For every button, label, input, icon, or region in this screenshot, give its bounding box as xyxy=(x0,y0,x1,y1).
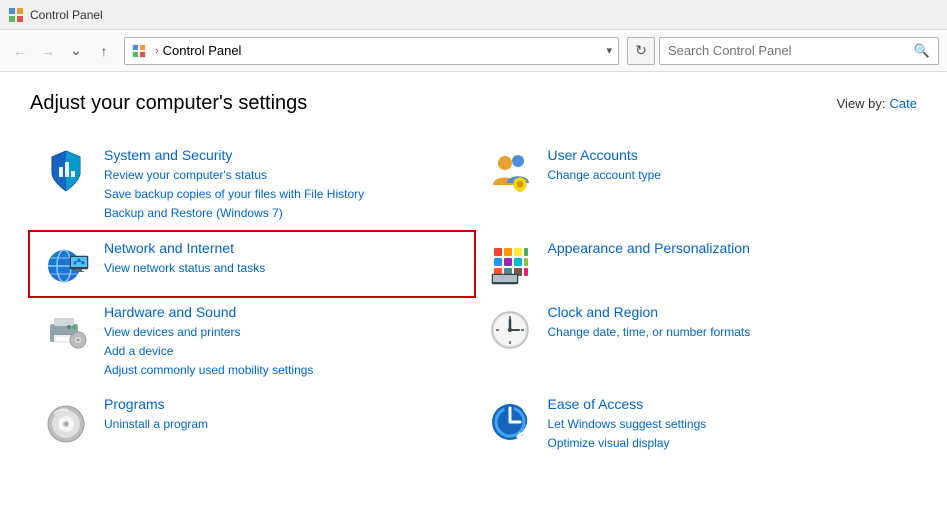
svg-text:⊛: ⊛ xyxy=(516,179,524,189)
category-user-accounts: ⊛ User Accounts Change account type xyxy=(474,139,918,232)
category-ease-of-access: Ease of Access Let Windows suggest setti… xyxy=(474,388,918,461)
address-chevron: › xyxy=(155,45,159,57)
user-accounts-icon: ⊛ xyxy=(486,147,534,195)
hardware-sound-link-1[interactable]: View devices and printers xyxy=(104,323,462,342)
user-accounts-title[interactable]: User Accounts xyxy=(548,147,906,163)
nav-bar: ← → ⌄ ↑ › Control Panel ▾ ↻ 🔍 xyxy=(0,30,947,72)
search-input[interactable] xyxy=(668,43,914,58)
ease-of-access-content: Ease of Access Let Windows suggest setti… xyxy=(548,396,906,453)
clock-region-title[interactable]: Clock and Region xyxy=(548,304,906,320)
hardware-sound-icon xyxy=(42,304,90,352)
address-bar[interactable]: › Control Panel ▾ xyxy=(124,37,619,65)
main-content: Adjust your computer's settings View by:… xyxy=(0,72,947,524)
address-icon xyxy=(131,43,147,59)
appearance-title[interactable]: Appearance and Personalization xyxy=(548,240,906,256)
categories-grid: System and Security Review your computer… xyxy=(30,139,917,462)
category-appearance: Appearance and Personalization xyxy=(474,232,918,296)
clock-region-content: Clock and Region Change date, time, or n… xyxy=(548,304,906,342)
address-dropdown-arrow[interactable]: ▾ xyxy=(606,44,612,57)
up-button[interactable]: ↑ xyxy=(92,39,116,63)
network-internet-icon xyxy=(42,240,90,288)
title-bar-title: Control Panel xyxy=(30,8,103,22)
category-system-security: System and Security Review your computer… xyxy=(30,139,474,232)
back-button[interactable]: ← xyxy=(8,39,32,63)
system-security-title[interactable]: System and Security xyxy=(104,147,462,163)
system-security-link-2[interactable]: Save backup copies of your files with Fi… xyxy=(104,185,462,204)
category-programs: Programs Uninstall a program xyxy=(30,388,474,461)
forward-button[interactable]: → xyxy=(36,39,60,63)
page-header: Adjust your computer's settings View by:… xyxy=(30,92,917,115)
appearance-content: Appearance and Personalization xyxy=(548,240,906,259)
ease-of-access-title[interactable]: Ease of Access xyxy=(548,396,906,412)
system-security-icon xyxy=(42,147,90,195)
system-security-link-1[interactable]: Review your computer's status xyxy=(104,166,462,185)
view-by: View by: Cate xyxy=(837,96,917,111)
ease-of-access-link-2[interactable]: Optimize visual display xyxy=(548,434,906,453)
ease-of-access-link-1[interactable]: Let Windows suggest settings xyxy=(548,415,906,434)
category-network-internet: Network and Internet View network status… xyxy=(28,230,476,298)
address-path: Control Panel xyxy=(163,43,607,58)
network-internet-title[interactable]: Network and Internet xyxy=(104,240,462,256)
programs-content: Programs Uninstall a program xyxy=(104,396,462,434)
title-bar-icon xyxy=(8,7,24,23)
appearance-icon xyxy=(486,240,534,288)
refresh-button[interactable]: ↻ xyxy=(627,37,655,65)
network-internet-link-1[interactable]: View network status and tasks xyxy=(104,259,462,278)
user-accounts-content: User Accounts Change account type xyxy=(548,147,906,185)
programs-link-1[interactable]: Uninstall a program xyxy=(104,415,462,434)
dropdown-button[interactable]: ⌄ xyxy=(64,39,88,63)
view-by-label: View by: xyxy=(837,96,886,111)
category-clock-region: Clock and Region Change date, time, or n… xyxy=(474,296,918,389)
page-title: Adjust your computer's settings xyxy=(30,92,307,115)
ease-of-access-icon xyxy=(486,396,534,444)
network-internet-content: Network and Internet View network status… xyxy=(104,240,462,278)
view-by-value[interactable]: Cate xyxy=(890,96,917,111)
hardware-sound-content: Hardware and Sound View devices and prin… xyxy=(104,304,462,381)
clock-region-icon xyxy=(486,304,534,352)
hardware-sound-title[interactable]: Hardware and Sound xyxy=(104,304,462,320)
search-bar[interactable]: 🔍 xyxy=(659,37,939,65)
hardware-sound-link-3[interactable]: Adjust commonly used mobility settings xyxy=(104,361,462,380)
user-accounts-link-1[interactable]: Change account type xyxy=(548,166,906,185)
category-hardware-sound: Hardware and Sound View devices and prin… xyxy=(30,296,474,389)
programs-title[interactable]: Programs xyxy=(104,396,462,412)
system-security-link-3[interactable]: Backup and Restore (Windows 7) xyxy=(104,204,462,223)
programs-icon xyxy=(42,396,90,444)
clock-region-link-1[interactable]: Change date, time, or number formats xyxy=(548,323,906,342)
system-security-content: System and Security Review your computer… xyxy=(104,147,462,224)
title-bar: Control Panel xyxy=(0,0,947,30)
hardware-sound-link-2[interactable]: Add a device xyxy=(104,342,462,361)
search-icon: 🔍 xyxy=(914,43,930,59)
